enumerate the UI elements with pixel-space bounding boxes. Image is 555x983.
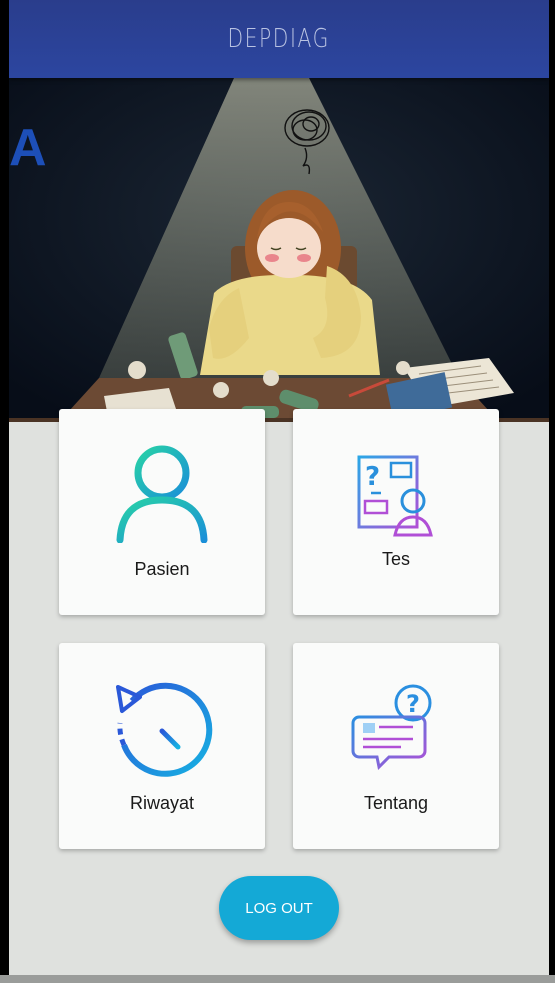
menu-card-label: Tes — [381, 549, 410, 569]
app-bar: DEPDIAG — [9, 0, 549, 78]
menu-card-label: Pasien — [134, 559, 190, 579]
history-clock-icon — [59, 675, 265, 779]
hero-illustration: A — [9, 78, 549, 422]
menu-card-tes[interactable]: ? Tes — [293, 409, 499, 615]
bottom-edge — [0, 975, 555, 983]
svg-text:?: ? — [365, 462, 380, 492]
menu-card-riwayat[interactable]: Riwayat — [59, 643, 265, 849]
menu-card-tentang[interactable]: ? Tentang — [293, 643, 499, 849]
menu-card-label: Tentang — [363, 793, 429, 813]
edge-letter: A — [9, 119, 47, 177]
person-icon — [59, 443, 265, 543]
sad-girl-illustration — [9, 78, 549, 422]
menu-card-label: Riwayat — [129, 793, 195, 813]
svg-text:?: ? — [406, 690, 420, 718]
app-title: DEPDIAG — [227, 24, 331, 54]
menu-card-pasien[interactable]: Pasien — [59, 409, 265, 615]
logout-button[interactable]: LOG OUT — [219, 876, 339, 940]
about-chat-question-icon: ? — [293, 683, 499, 773]
app-screen: DEPDIAG A Pasien ? Tes Riwayat ? Tentang… — [9, 0, 549, 983]
test-form-icon: ? — [293, 449, 499, 539]
